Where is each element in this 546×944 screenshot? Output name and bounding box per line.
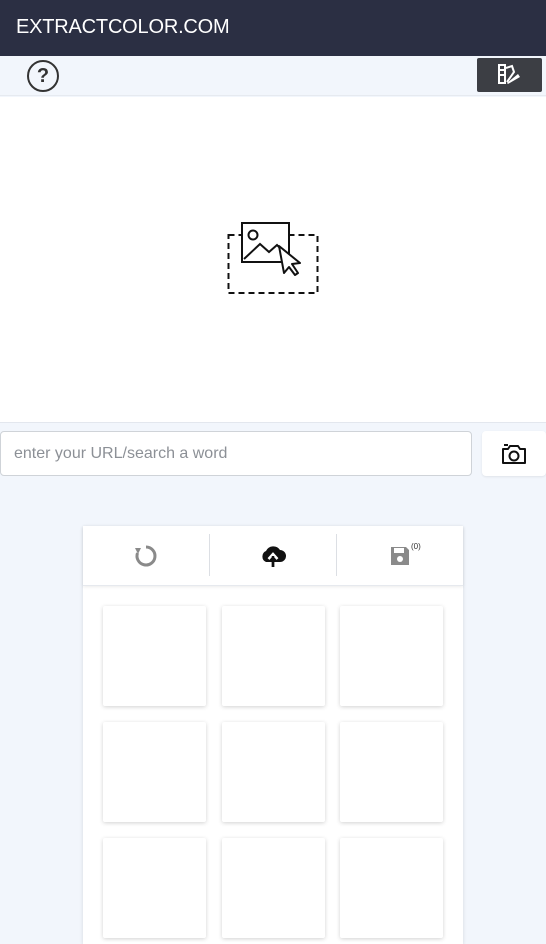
color-swatch[interactable] [340,606,443,706]
upload-tab[interactable] [210,526,336,586]
site-title[interactable]: EXTRACTCOLOR.COM [16,16,230,39]
help-button[interactable]: ? [27,60,59,92]
saved-count-badge: (0) [411,542,421,551]
color-swatch[interactable] [340,838,443,938]
color-swatch[interactable] [222,606,325,706]
color-swatch[interactable] [222,838,325,938]
color-swatch[interactable] [103,606,206,706]
cloud-upload-icon [262,546,286,567]
color-swatch[interactable] [103,838,206,938]
save-icon [391,547,409,565]
top-bar: EXTRACTCOLOR.COM [0,0,546,56]
image-upload-icon[interactable] [227,221,321,297]
help-circle-icon: ? [36,64,50,87]
color-swatch[interactable] [222,722,325,822]
camera-icon [502,443,526,464]
palette-button[interactable] [477,58,542,92]
toolbar [0,56,546,96]
color-panel: (0) [83,526,463,944]
url-search-input[interactable] [0,431,472,476]
reset-tab[interactable] [83,526,209,586]
saved-tab[interactable]: (0) [337,526,463,586]
color-swatch[interactable] [340,722,443,822]
panel-tabs: (0) [83,526,463,586]
color-swatch[interactable] [103,722,206,822]
color-palette-icon [497,64,520,84]
refresh-icon [135,545,157,567]
camera-button[interactable] [482,431,546,476]
